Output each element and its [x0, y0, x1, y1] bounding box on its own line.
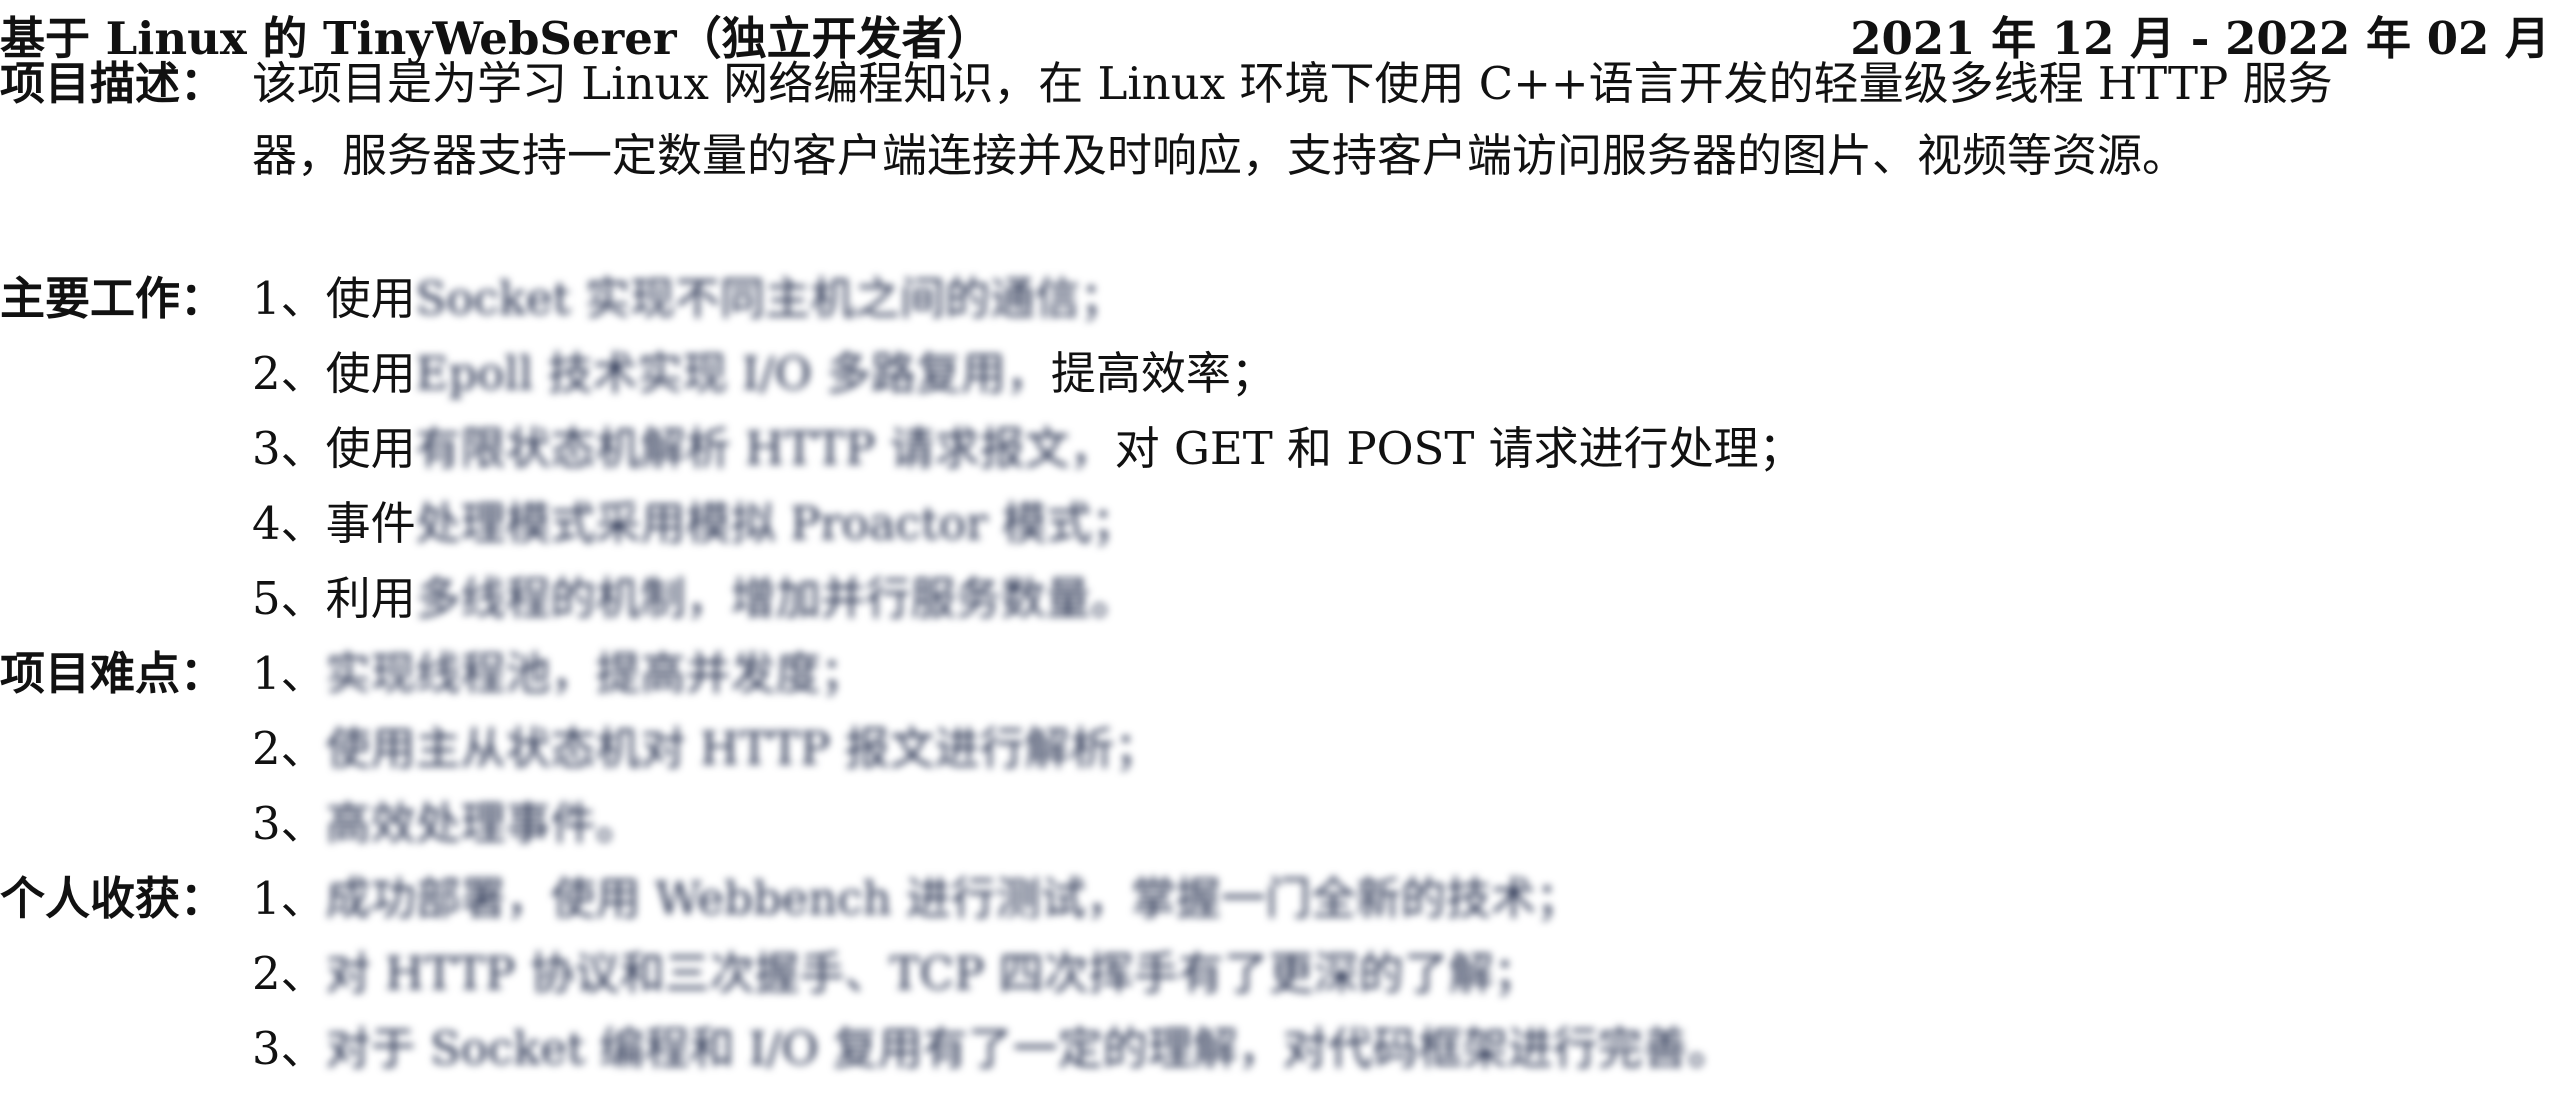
difficulty-item-redacted: 使用主从状态机对 HTTP 报文进行解析； [325, 722, 1160, 775]
description-label: 项目描述： [0, 57, 226, 110]
difficulties-label: 项目难点： [0, 647, 226, 700]
description-line-2: 器，服务器支持一定数量的客户端连接并及时响应，支持客户端访问服务器的图片、视频等… [252, 129, 2188, 182]
main-work-item-prefix: 3、使用 [252, 422, 416, 475]
gain-item: 3、对于 Socket 编程和 I/O 复用有了一定的理解，对代码框架进行完善。 [252, 1012, 1733, 1077]
main-work-item-redacted: Socket 实现不同主机之间的通信； [415, 272, 1126, 325]
gains-section: 个人收获： 1、成功部署，使用 Webbench 进行测试，掌握一门全新的技术；… [0, 862, 2550, 1092]
gain-item: 2、对 HTTP 协议和三次握手、TCP 四次挥手有了更深的了解； [252, 937, 1539, 1002]
main-work-item: 1、使用Socket 实现不同主机之间的通信； [252, 262, 1125, 327]
gain-item-redacted: 对 HTTP 协议和三次握手、TCP 四次挥手有了更深的了解； [325, 947, 1539, 1000]
resume-project-section: 基于 Linux 的 TinyWebSerer（独立开发者） 2021 年 12… [0, 0, 2550, 1094]
difficulty-item-prefix: 2、 [252, 722, 326, 775]
main-work-item-prefix: 2、使用 [252, 347, 416, 400]
main-work-item: 5、利用多线程的机制，增加并行服务数量。 [252, 562, 1136, 627]
main-work-item-suffix: 对 GET 和 POST 请求进行处理； [1114, 422, 1804, 475]
difficulty-item: 3、高效处理事件。 [252, 787, 641, 852]
main-work-label: 主要工作： [0, 272, 226, 325]
difficulty-item: 2、使用主从状态机对 HTTP 报文进行解析； [252, 712, 1160, 777]
description-section: 项目描述： 该项目是为学习 Linux 网络编程知识，在 Linux 环境下使用… [0, 47, 2550, 182]
main-work-item-redacted: 有限状态机解析 HTTP 请求报文， [415, 422, 1115, 475]
difficulty-item-redacted: 高效处理事件。 [325, 797, 641, 850]
main-work-section: 主要工作： 1、使用Socket 实现不同主机之间的通信； 2、使用Epoll … [0, 262, 2550, 625]
main-work-item-redacted: 多线程的机制，增加并行服务数量。 [415, 572, 1136, 625]
difficulty-item-prefix: 3、 [252, 797, 326, 850]
main-work-item-redacted: 处理模式采用模拟 Proactor 模式； [415, 497, 1137, 550]
main-work-item-suffix: 提高效率； [1050, 347, 1276, 400]
main-work-item-prefix: 1、使用 [252, 272, 416, 325]
gain-item-prefix: 1、 [252, 872, 326, 925]
main-work-item-prefix: 4、事件 [252, 497, 416, 550]
main-work-item: 2、使用Epoll 技术实现 I/O 多路复用，提高效率； [252, 337, 1276, 402]
gain-item: 1、成功部署，使用 Webbench 进行测试，掌握一门全新的技术； [252, 862, 1581, 927]
main-work-item: 3、使用有限状态机解析 HTTP 请求报文，对 GET 和 POST 请求进行处… [252, 412, 1804, 477]
difficulties-section: 项目难点： 1、实现线程池，提高并发度； 2、使用主从状态机对 HTTP 报文进… [0, 637, 2550, 857]
main-work-item: 4、事件处理模式采用模拟 Proactor 模式； [252, 487, 1137, 552]
gain-item-redacted: 对于 Socket 编程和 I/O 复用有了一定的理解，对代码框架进行完善。 [325, 1022, 1733, 1075]
gains-label: 个人收获： [0, 872, 226, 925]
difficulty-item-prefix: 1、 [252, 647, 326, 700]
difficulty-item-redacted: 实现线程池，提高并发度； [325, 647, 866, 700]
gain-item-redacted: 成功部署，使用 Webbench 进行测试，掌握一门全新的技术； [325, 872, 1581, 925]
main-work-item-redacted: Epoll 技术实现 I/O 多路复用， [415, 347, 1051, 400]
gain-item-prefix: 3、 [252, 1022, 326, 1075]
gain-item-prefix: 2、 [252, 947, 326, 1000]
description-line-1: 该项目是为学习 Linux 网络编程知识，在 Linux 环境下使用 C++语言… [252, 57, 2333, 110]
difficulty-item: 1、实现线程池，提高并发度； [252, 637, 866, 702]
main-work-item-prefix: 5、利用 [252, 572, 416, 625]
